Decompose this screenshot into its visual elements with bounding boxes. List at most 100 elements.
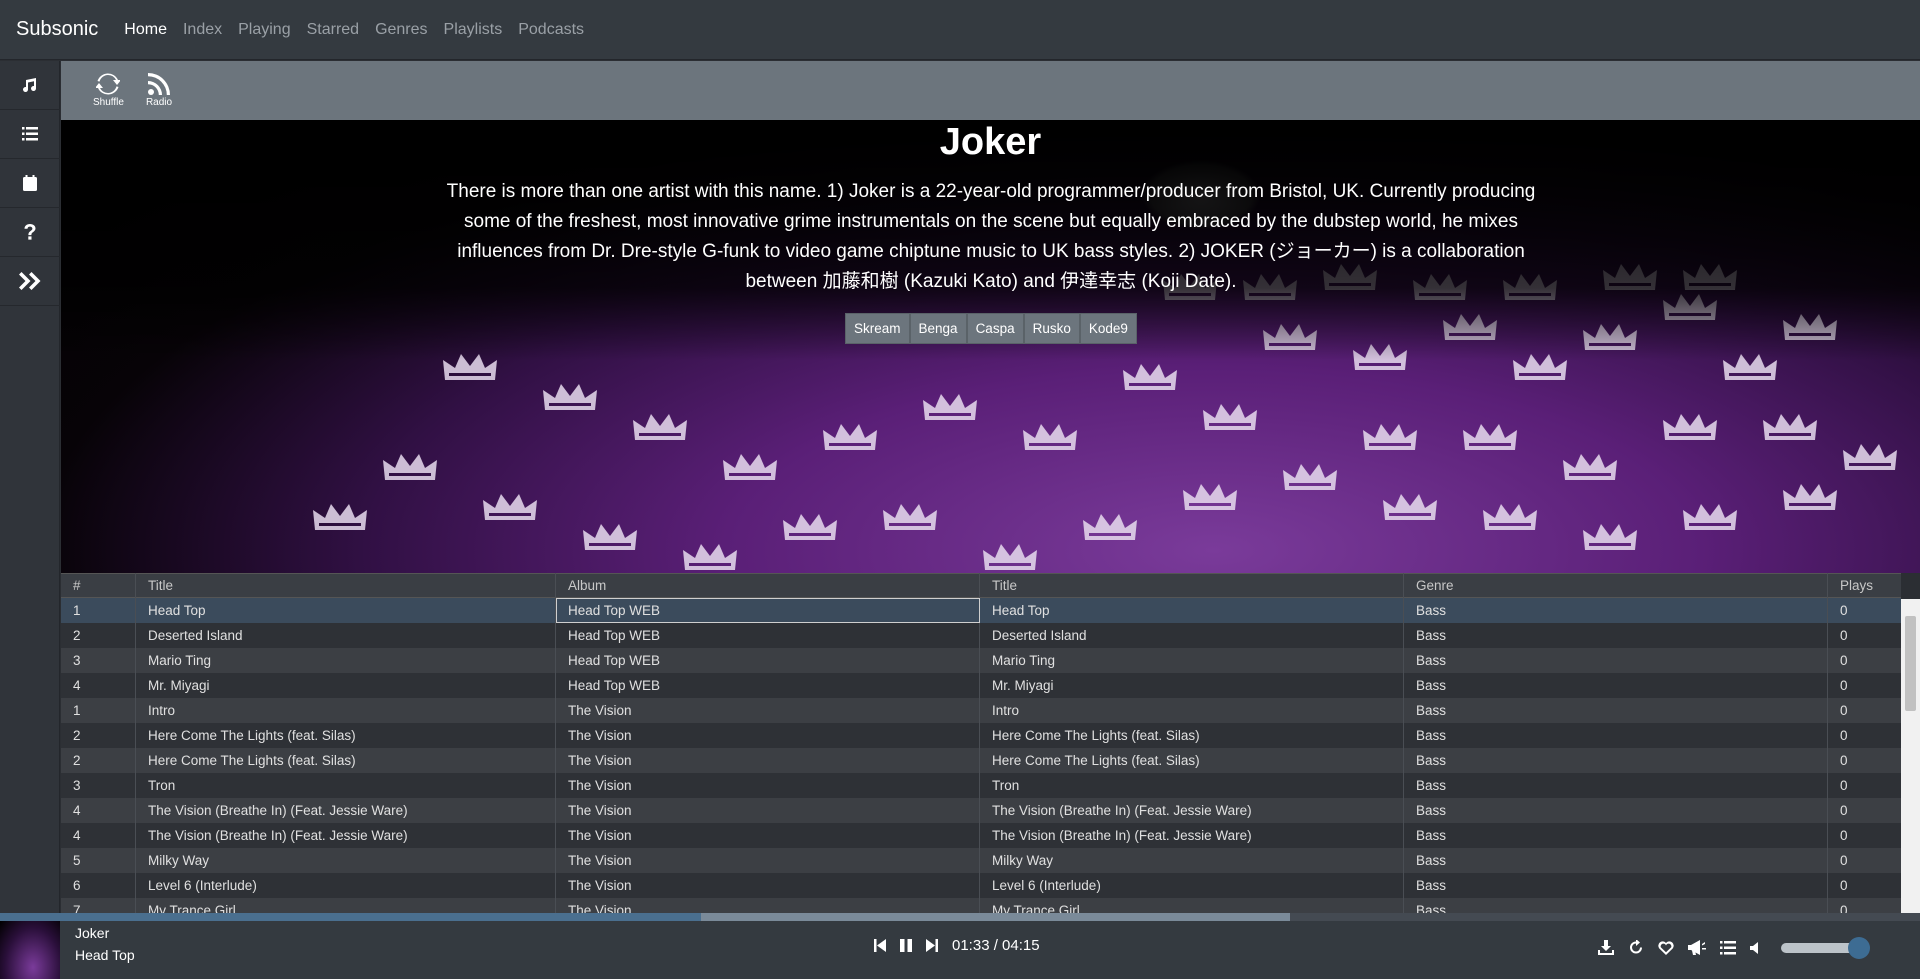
track-title-2: My Trance Girl [980,898,1404,913]
nav-podcasts[interactable]: Podcasts [518,21,584,39]
similar-artist-rusko[interactable]: Rusko [1023,313,1080,344]
table-row[interactable]: 3 Tron The Vision Tron Bass 0 [61,773,1901,798]
radio-label: Radio [145,97,173,108]
track-plays: 0 [1840,853,1848,868]
top-navbar: Subsonic Home Index Playing Starred Genr… [0,0,1920,60]
list-icon[interactable] [0,110,60,159]
announcement-icon[interactable] [1688,940,1706,955]
now-playing-artist[interactable]: Joker [75,925,109,941]
table-row[interactable]: 4 The Vision (Breathe In) (Feat. Jessie W… [61,798,1901,823]
track-title-2: Intro [980,698,1404,723]
track-plays: 0 [1840,778,1848,793]
table-row[interactable]: 4 The Vision (Breathe In) (Feat. Jessie W… [61,823,1901,848]
track-title-2: Here Come The Lights (feat. Silas) [980,748,1404,773]
table-row[interactable]: 4 Mr. Miyagi Head Top WEB Mr. Miyagi Bass 0 [61,673,1901,698]
track-title-2: Tron [980,773,1404,798]
next-icon[interactable] [926,939,938,952]
artist-name: Joker [939,121,1042,163]
scrollbar-thumb[interactable] [1905,616,1916,711]
track-plays: 0 [1840,678,1848,693]
table-row[interactable]: 7 My Trance Girl The Vision My Trance Girl B… [61,898,1901,913]
column-header-album[interactable]: Album [556,573,980,598]
table-row[interactable]: 2 Here Come The Lights (feat. Silas) The V… [61,748,1901,773]
track-title: Here Come The Lights (feat. Silas) [136,748,556,773]
track-title-2: Milky Way [980,848,1404,873]
left-sidebar [0,61,60,921]
track-genre: Bass [1404,898,1828,913]
column-header-title-2[interactable]: Title [980,573,1404,598]
track-genre: Bass [1404,723,1828,748]
track-album: The Vision [556,898,980,913]
similar-artist-kode9[interactable]: Kode9 [1079,313,1137,344]
now-playing-cover[interactable] [0,921,60,979]
nav-playing[interactable]: Playing [238,21,290,39]
table-row[interactable]: 1 Head Top Head Top WEB Head Top Bass 0 [61,598,1901,623]
table-scrollbar[interactable] [1901,599,1920,913]
artist-toolbar: Shuffle Radio [61,61,1920,120]
volume-icon[interactable] [1750,941,1762,954]
radio-button[interactable]: Radio [146,73,172,108]
download-icon[interactable] [1598,940,1614,955]
track-plays: 0 [1840,828,1848,843]
now-playing-track[interactable]: Head Top [75,947,135,963]
track-title-2: Mr. Miyagi [980,673,1404,698]
track-plays: 0 [1840,803,1848,818]
table-row[interactable]: 2 Deserted Island Head Top WEB Deserted Isl… [61,623,1901,648]
question-icon[interactable] [0,208,60,257]
similar-artist-skream[interactable]: Skream [845,313,910,344]
similar-artist-benga[interactable]: Benga [909,313,967,344]
track-album: Head Top WEB [556,623,980,648]
column-header-number[interactable]: # [61,573,136,598]
track-title: The Vision (Breathe In) (Feat. Jessie Wa… [136,798,556,823]
double-chevron-right-icon[interactable] [0,257,60,306]
table-row[interactable]: 2 Here Come The Lights (feat. Silas) The V… [61,723,1901,748]
similar-artist-caspa[interactable]: Caspa [966,313,1024,344]
table-body: 1 Head Top Head Top WEB Head Top Bass 0 2 Deser… [61,598,1901,913]
track-genre: Bass [1404,623,1828,648]
repeat-icon[interactable] [1628,940,1644,955]
volume-slider-handle[interactable] [1848,937,1870,959]
track-genre: Bass [1404,873,1828,898]
track-number: 2 [61,723,136,748]
volume-slider[interactable] [1781,937,1870,959]
nav-index[interactable]: Index [183,21,222,39]
nav-genres[interactable]: Genres [375,21,427,39]
heart-icon[interactable] [1658,940,1674,955]
calendar-icon[interactable] [0,159,60,208]
track-title-2: The Vision (Breathe In) (Feat. Jessie Wa… [980,823,1404,848]
shuffle-label: Shuffle [93,97,124,108]
brand-logo[interactable]: Subsonic [16,18,98,41]
column-header-genre[interactable]: Genre [1404,573,1828,598]
track-number: 6 [61,873,136,898]
pause-icon[interactable] [900,939,912,952]
track-table: # Title Album Title Genre Plays 1 Head To… [61,573,1901,913]
nav-home[interactable]: Home [124,21,167,39]
column-header-plays[interactable]: Plays [1828,573,1901,598]
refresh-icon [96,73,121,95]
track-album: The Vision [556,723,980,748]
track-title: The Vision (Breathe In) (Feat. Jessie Wa… [136,823,556,848]
track-genre: Bass [1404,698,1828,723]
track-number: 4 [61,798,136,823]
track-title: Level 6 (Interlude) [136,873,556,898]
table-row[interactable]: 5 Milky Way The Vision Milky Way Bass 0 [61,848,1901,873]
music-icon[interactable] [0,61,60,110]
table-row[interactable]: 6 Level 6 (Interlude) The Vision Level 6 (I… [61,873,1901,898]
track-album: The Vision [556,848,980,873]
column-header-title[interactable]: Title [136,573,556,598]
track-album: The Vision [556,748,980,773]
main-nav: Home Index Playing Starred Genres Playli… [124,21,584,39]
table-row[interactable]: 3 Mario Ting Head Top WEB Mario Ting Bass 0 [61,648,1901,673]
track-album: The Vision [556,798,980,823]
track-title: Intro [136,698,556,723]
track-album: Head Top WEB [556,673,980,698]
shuffle-button[interactable]: Shuffle [93,73,124,108]
seek-bar[interactable] [0,913,1920,921]
track-genre: Bass [1404,748,1828,773]
table-row[interactable]: 1 Intro The Vision Intro Bass 0 [61,698,1901,723]
previous-icon[interactable] [874,939,886,952]
track-album: The Vision [556,873,980,898]
nav-starred[interactable]: Starred [307,21,359,39]
nav-playlists[interactable]: Playlists [444,21,503,39]
queue-icon[interactable] [1720,940,1736,955]
